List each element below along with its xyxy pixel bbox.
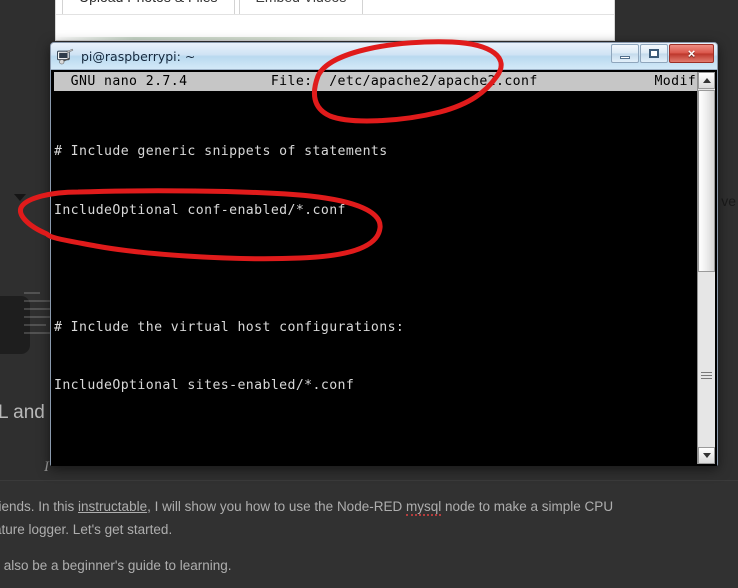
nano-line-3 <box>54 259 697 279</box>
page-heading: L and <box>0 402 45 423</box>
nano-line-4: # Include the virtual host configuration… <box>54 319 405 335</box>
scroll-up-icon <box>702 78 711 83</box>
paragraph-1-after-link: , I will show you how to use the Node-RE… <box>147 499 406 514</box>
dialog-divider <box>56 14 614 15</box>
dialog-accent-strip <box>56 37 614 40</box>
chevron-down-icon[interactable] <box>14 194 26 201</box>
misspelled-word: mysql <box>405 499 442 516</box>
terminal-scrollbar[interactable] <box>697 72 715 464</box>
upload-dialog: Upload Photos & Files Embed Videos <box>55 0 615 41</box>
nano-shortcut-bar: ^G Get Help ^O Write Out ^W Where Is ^K … <box>54 424 697 464</box>
terminal-client-area[interactable]: GNU nano 2.7.4 File: /etc/apache2/apache… <box>51 70 717 466</box>
nano-line-5: IncludeOptional sites-enabled/*.conf <box>54 378 355 393</box>
putty-icon <box>57 48 74 64</box>
scroll-down-icon <box>702 453 711 458</box>
restore-button[interactable] <box>640 44 668 63</box>
scroll-down-button[interactable] <box>698 447 715 464</box>
page-paragraph-1: riends. In this instructable, I will sho… <box>0 498 614 516</box>
page-text-zone: riends. In this instructable, I will sho… <box>0 480 738 588</box>
minimize-icon <box>620 55 630 59</box>
tab-upload-photos-files[interactable]: Upload Photos & Files <box>62 0 235 14</box>
nano-title-bar: GNU nano 2.7.4 File: /etc/apache2/apache… <box>54 72 697 91</box>
tab-upload-photos-files-label: Upload Photos & Files <box>79 0 218 5</box>
instructable-link[interactable]: instructable <box>78 499 147 514</box>
nano-line-1: # Include generic snippets of statements <box>54 144 388 159</box>
window-titlebar[interactable]: pi@raspberrypi: ~ × <box>51 43 717 70</box>
nano-edit-area[interactable]: # Include generic snippets of statements… <box>54 91 697 420</box>
paragraph-1-tail: node to make a simple CPU <box>441 499 614 514</box>
nano-line-2: IncludeOptional conf-enabled/*.conf <box>54 202 346 218</box>
restore-icon <box>649 49 659 58</box>
tab-embed-videos-label: Embed Videos <box>256 0 347 5</box>
page-paragraph-2: ature logger. Let's get started. <box>0 522 173 537</box>
scrollbar-thumb[interactable] <box>698 90 715 272</box>
minimize-button[interactable] <box>611 44 639 63</box>
paragraph-1-before-link: riends. In this <box>0 499 79 514</box>
terminal-screen[interactable]: GNU nano 2.7.4 File: /etc/apache2/apache… <box>54 72 697 464</box>
dialog-tab-bar: Upload Photos & Files Embed Videos <box>62 0 367 14</box>
window-controls: × <box>611 44 714 63</box>
page-paragraph-3: ll also be a beginner's guide to learnin… <box>0 558 232 573</box>
page-edge-text: ve <box>721 193 736 209</box>
page-italic-fragment: I <box>44 459 49 475</box>
close-button[interactable]: × <box>669 44 714 63</box>
close-icon: × <box>687 46 696 61</box>
scroll-up-button[interactable] <box>698 72 715 89</box>
window-title: pi@raspberrypi: ~ <box>81 48 196 64</box>
terminal-window[interactable]: pi@raspberrypi: ~ × GNU nano 2.7.4 File:… <box>50 42 718 466</box>
tab-embed-videos[interactable]: Embed Videos <box>238 0 364 14</box>
screenshot-root: ve L and I riends. In this instructable,… <box>0 0 738 588</box>
scrollbar-grip-icon <box>701 372 712 379</box>
